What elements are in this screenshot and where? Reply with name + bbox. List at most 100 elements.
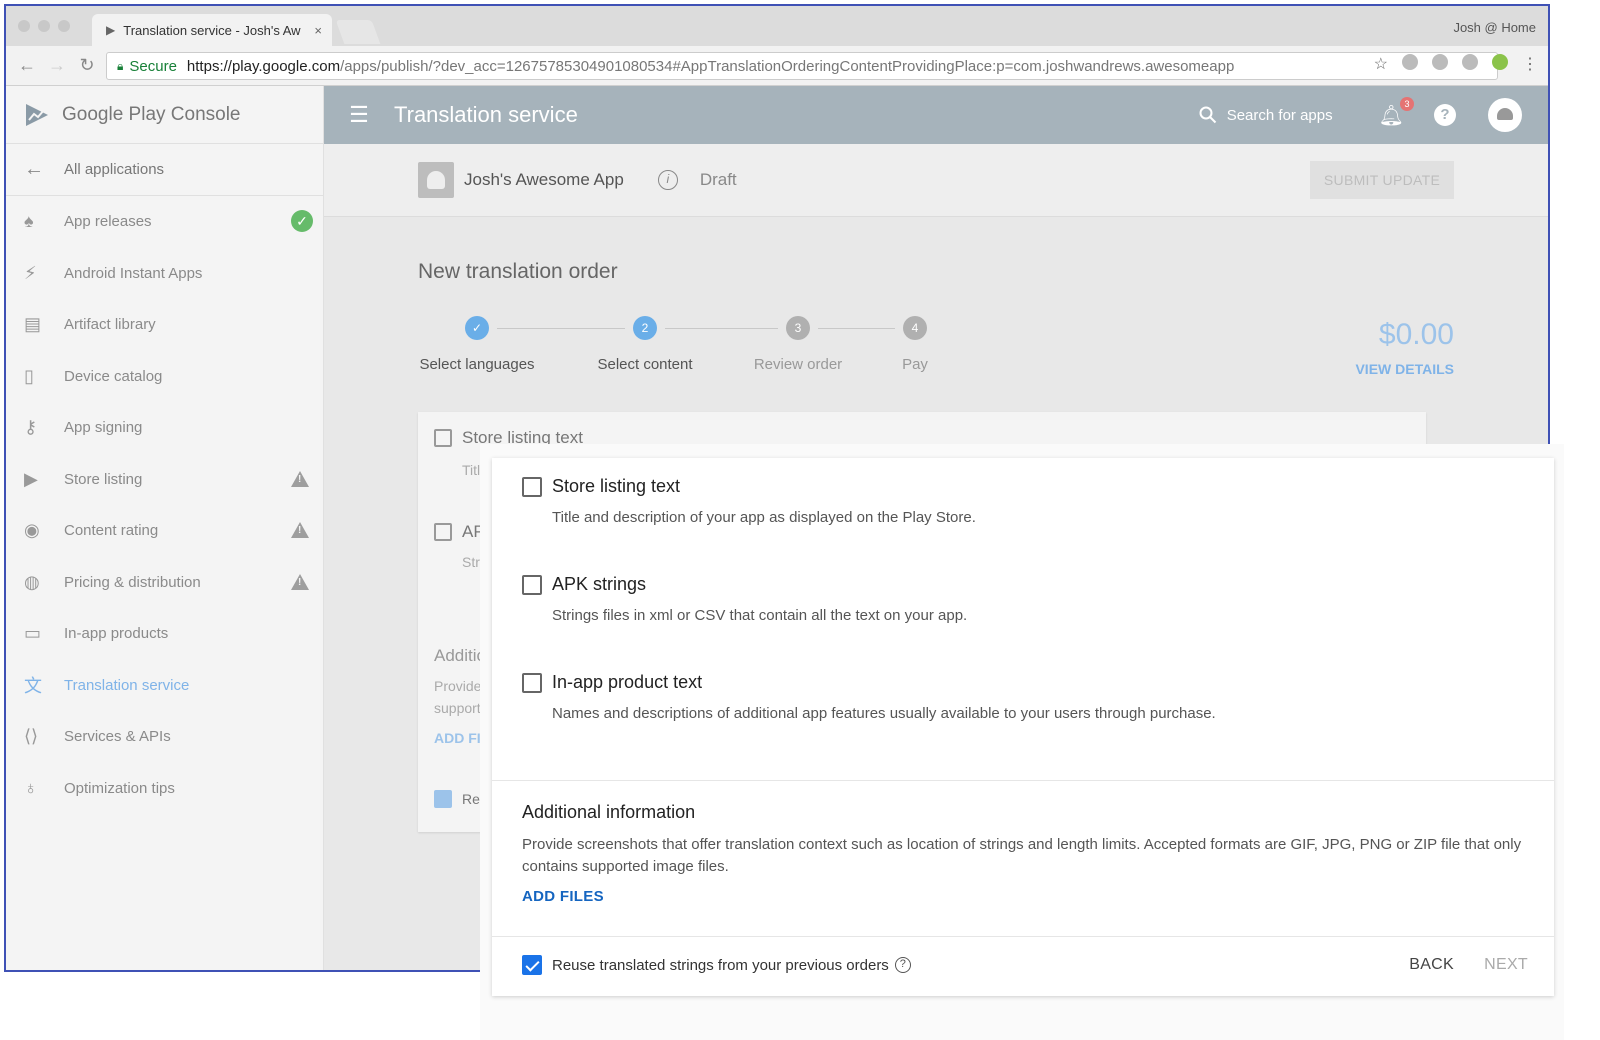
star-icon[interactable]: ☆ bbox=[1374, 54, 1388, 74]
search-icon bbox=[1199, 106, 1216, 124]
option-row[interactable]: In-app product text bbox=[522, 672, 1216, 693]
sidebar-nav: ♠ App releases ✓ ⚡︎ Android Instant Apps ▤ Art… bbox=[6, 196, 323, 814]
tab-bar: ▶ Translation service - Josh's Aw × Josh… bbox=[6, 6, 1548, 46]
next-button[interactable]: NEXT bbox=[1484, 956, 1528, 974]
sidebar-item-label: Pricing & distribution bbox=[64, 573, 201, 591]
stage: ▶ Translation service - Josh's Aw × Josh… bbox=[0, 0, 1600, 1040]
sidebar-item-label: Store listing bbox=[64, 470, 143, 488]
sidebar-item-app-signing[interactable]: ⚷ App signing bbox=[6, 402, 323, 454]
toolbar-extensions: ☆ ⋮ bbox=[1374, 54, 1538, 74]
notifications-button[interactable]: 🔔︎ 3 bbox=[1379, 96, 1414, 128]
sidebar-item-app-releases[interactable]: ♠ App releases ✓ bbox=[6, 196, 323, 248]
key-icon: ⚷ bbox=[24, 417, 38, 438]
additional-info-description: Provide screenshots that offer translati… bbox=[522, 836, 1522, 875]
sidebar-item-store-listing[interactable]: ▶ Store listing bbox=[6, 454, 323, 506]
all-applications-label: All applications bbox=[64, 161, 165, 178]
sidebar-item-in-app-products[interactable]: ▭ In-app products bbox=[6, 608, 323, 660]
browser-tab[interactable]: ▶ Translation service - Josh's Aw × bbox=[92, 14, 332, 46]
sidebar-item-content-rating[interactable]: ◉ Content rating bbox=[6, 505, 323, 557]
minimize-window-button[interactable] bbox=[38, 20, 50, 32]
sidebar-item-label: Android Instant Apps bbox=[64, 264, 203, 282]
profile-name[interactable]: Josh @ Home bbox=[1453, 20, 1536, 35]
back-button[interactable]: BACK bbox=[1409, 956, 1454, 974]
api-icon: ⟨⟩ bbox=[24, 726, 39, 747]
sidebar-item-artifact-library[interactable]: ▤ Artifact library bbox=[6, 299, 323, 351]
status-warning bbox=[291, 470, 309, 487]
sidebar-item-optimization-tips[interactable]: ♁ Optimization tips bbox=[6, 763, 323, 815]
help-circle-icon[interactable]: ? bbox=[894, 957, 911, 973]
content-option-in-app-product-text: In-app product text Names and description… bbox=[522, 672, 1216, 722]
reuse-strings-label: Reuse translated strings from your previ… bbox=[552, 956, 889, 974]
translation-content-dialog: Store listing text Title and description … bbox=[480, 444, 1564, 1040]
green-extension-icon[interactable] bbox=[1492, 54, 1508, 70]
option-checkbox[interactable] bbox=[522, 574, 542, 595]
forward-arrow-icon[interactable]: → bbox=[42, 55, 72, 76]
extension-icon[interactable] bbox=[1432, 54, 1448, 70]
pocket-extension-icon[interactable] bbox=[1402, 54, 1418, 70]
sidebar-item-label: In-app products bbox=[64, 625, 169, 643]
divider bbox=[492, 936, 1554, 937]
sidebar-item-services-apis[interactable]: ⟨⟩ Services & APIs bbox=[6, 711, 323, 763]
warning-icon bbox=[291, 470, 309, 487]
tab-close-icon[interactable]: × bbox=[314, 23, 322, 38]
option-row[interactable]: Store listing text bbox=[522, 476, 976, 497]
bulb-icon: ♁ bbox=[24, 777, 38, 798]
order-title: New translation order bbox=[418, 260, 618, 283]
hamburger-menu-icon[interactable]: ☰ bbox=[324, 102, 394, 128]
sidebar-item-device-catalog[interactable]: ▯ Device catalog bbox=[6, 351, 323, 403]
sidebar: Google Play Console ← All applications ♠… bbox=[6, 86, 324, 970]
step-number: 2 bbox=[633, 316, 657, 340]
step-number: 4 bbox=[903, 316, 927, 340]
menu-dots-icon[interactable]: ⋮ bbox=[1522, 54, 1538, 74]
sidebar-item-android-instant-apps[interactable]: ⚡︎ Android Instant Apps bbox=[6, 248, 323, 300]
app-name[interactable]: Josh's Awesome App bbox=[464, 170, 624, 190]
address-bar: ← → ↻ 🔒︎ Secure https://play.google.com /… bbox=[6, 46, 1548, 86]
device-icon: ▯ bbox=[24, 365, 34, 386]
search-placeholder: Search for apps bbox=[1226, 106, 1333, 124]
option-description: Strings files in xml or CSV that contain… bbox=[552, 607, 968, 624]
app-search[interactable]: Search for apps bbox=[1199, 106, 1333, 124]
divider bbox=[492, 780, 1554, 781]
step-1: ✓ Select languages bbox=[407, 316, 547, 373]
reuse-strings-option[interactable]: Reuse translated strings from your previ… bbox=[522, 955, 911, 975]
option-row[interactable]: APK strings bbox=[522, 574, 967, 595]
sidebar-item-pricing-distribution[interactable]: ◍ Pricing & distribution bbox=[6, 557, 323, 609]
play-favicon-icon: ▶ bbox=[106, 23, 116, 37]
rating-icon: ◉ bbox=[24, 520, 40, 541]
page-title: Translation service bbox=[394, 102, 578, 127]
content-selection-card: Store listing text Title and description … bbox=[492, 458, 1554, 996]
close-window-button[interactable] bbox=[18, 20, 30, 32]
add-files-button[interactable]: ADD FILES bbox=[522, 888, 604, 905]
reload-icon[interactable]: ↻ bbox=[72, 55, 102, 76]
submit-update-button[interactable]: SUBMIT UPDATE bbox=[1310, 161, 1454, 199]
top-bar: ☰ Translation service Search for apps 🔔︎… bbox=[324, 86, 1548, 144]
reuse-strings-checkbox[interactable] bbox=[522, 955, 542, 975]
maximize-window-button[interactable] bbox=[58, 20, 70, 32]
all-applications-link[interactable]: ← All applications bbox=[6, 144, 323, 196]
step-2: 2 Select content bbox=[575, 316, 715, 373]
check-circle-icon: ✓ bbox=[291, 210, 313, 232]
status-warning bbox=[291, 522, 309, 538]
info-extension-icon[interactable] bbox=[1462, 54, 1478, 70]
library-icon: ▤ bbox=[24, 314, 42, 335]
option-checkbox[interactable] bbox=[522, 672, 542, 693]
view-details-link[interactable]: VIEW DETAILS bbox=[1355, 361, 1454, 377]
console-logo[interactable]: Google Play Console bbox=[6, 86, 323, 144]
option-title: Store listing text bbox=[552, 476, 681, 496]
status-ok: ✓ bbox=[291, 210, 313, 232]
help-icon[interactable]: ? bbox=[1434, 104, 1456, 126]
new-tab-button[interactable] bbox=[335, 20, 381, 44]
avatar[interactable] bbox=[1488, 98, 1522, 132]
translate-icon: 文 bbox=[24, 676, 42, 697]
option-description: Title and description of your app as dis… bbox=[552, 509, 976, 526]
sidebar-item-label: Translation service bbox=[64, 676, 190, 694]
secure-label: Secure bbox=[129, 57, 177, 75]
url-input[interactable]: 🔒︎ Secure https://play.google.com/apps/p… bbox=[106, 52, 1498, 80]
option-checkbox[interactable] bbox=[522, 476, 542, 497]
back-arrow-icon[interactable]: ← bbox=[12, 55, 42, 76]
sidebar-item-translation-service[interactable]: 文 Translation service bbox=[6, 660, 323, 712]
info-icon[interactable]: i bbox=[657, 170, 678, 190]
app-header: Josh's Awesome App i Draft SUBMIT UPDATE bbox=[324, 144, 1548, 217]
content-option-store-listing-text: Store listing text Title and description … bbox=[522, 476, 976, 526]
additional-info-title: Additional information bbox=[522, 802, 696, 822]
